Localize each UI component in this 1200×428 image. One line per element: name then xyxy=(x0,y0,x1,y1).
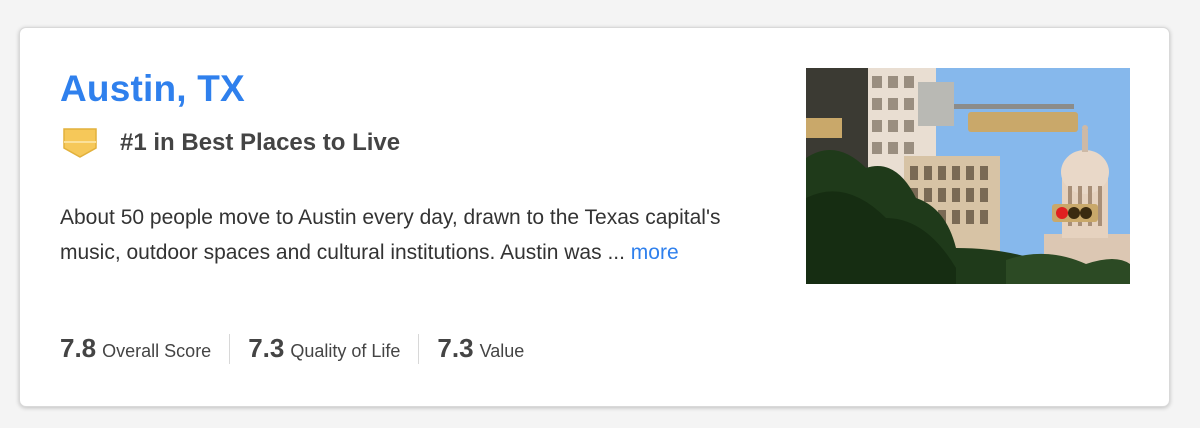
ribbon-badge-icon xyxy=(63,128,97,158)
score-value: 7.3 xyxy=(248,333,285,363)
rank-text: #1 in Best Places to Live xyxy=(120,129,401,156)
score-overall: 7.8 Overall Score xyxy=(60,333,211,364)
score-label: Value xyxy=(479,341,525,361)
score-divider xyxy=(229,333,231,364)
score-quality-of-life: 7.3 Quality of Life xyxy=(248,333,400,364)
score-value: 7.8 xyxy=(60,333,97,363)
score-row: 7.8 Overall Score 7.3 Quality of Life 7.… xyxy=(60,333,524,364)
score-label: Overall Score xyxy=(102,341,212,361)
rank-row: #1 in Best Places to Live xyxy=(62,128,400,158)
score-divider xyxy=(418,333,420,364)
score-label: Quality of Life xyxy=(290,341,401,361)
description-text: About 50 people move to Austin every day… xyxy=(60,206,721,264)
city-title-link[interactable]: Austin, TX xyxy=(60,68,245,110)
more-link[interactable]: more xyxy=(631,241,679,264)
city-description: About 50 people move to Austin every day… xyxy=(60,200,740,270)
city-photo[interactable] xyxy=(806,68,1130,284)
score-value-category: 7.3 Value xyxy=(437,333,524,364)
austin-skyline-photo-icon xyxy=(806,68,1130,284)
score-value: 7.3 xyxy=(437,333,474,363)
city-card: Austin, TX #1 in Best Places to Live Abo… xyxy=(19,27,1170,407)
